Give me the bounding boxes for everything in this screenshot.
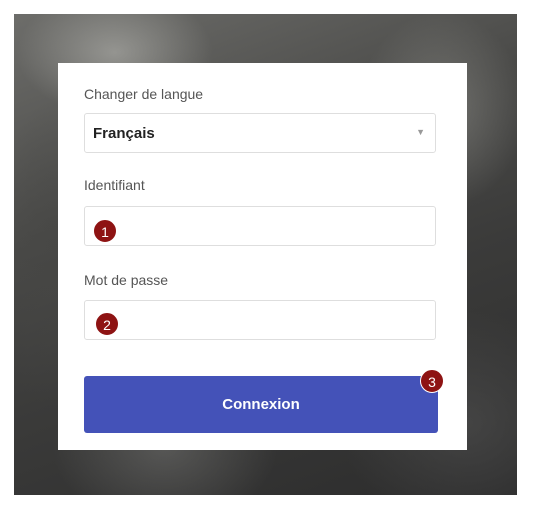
annotation-badge-2: 2: [95, 312, 119, 336]
username-input[interactable]: 1: [84, 206, 436, 246]
language-selected-value: Français: [93, 125, 155, 142]
chevron-down-icon: ▼: [416, 127, 425, 137]
annotation-badge-1: 1: [93, 219, 117, 243]
annotation-badge-3: 3: [420, 369, 444, 393]
language-select[interactable]: Français ▼: [84, 113, 436, 153]
language-label: Changer de langue: [84, 86, 204, 102]
username-label: Identifiant: [84, 177, 145, 193]
password-label: Mot de passe: [84, 272, 169, 288]
password-input[interactable]: 2: [84, 300, 436, 340]
login-button[interactable]: Connexion: [84, 376, 438, 433]
login-card: Changer de langue Français ▼ Identifiant…: [58, 63, 467, 450]
